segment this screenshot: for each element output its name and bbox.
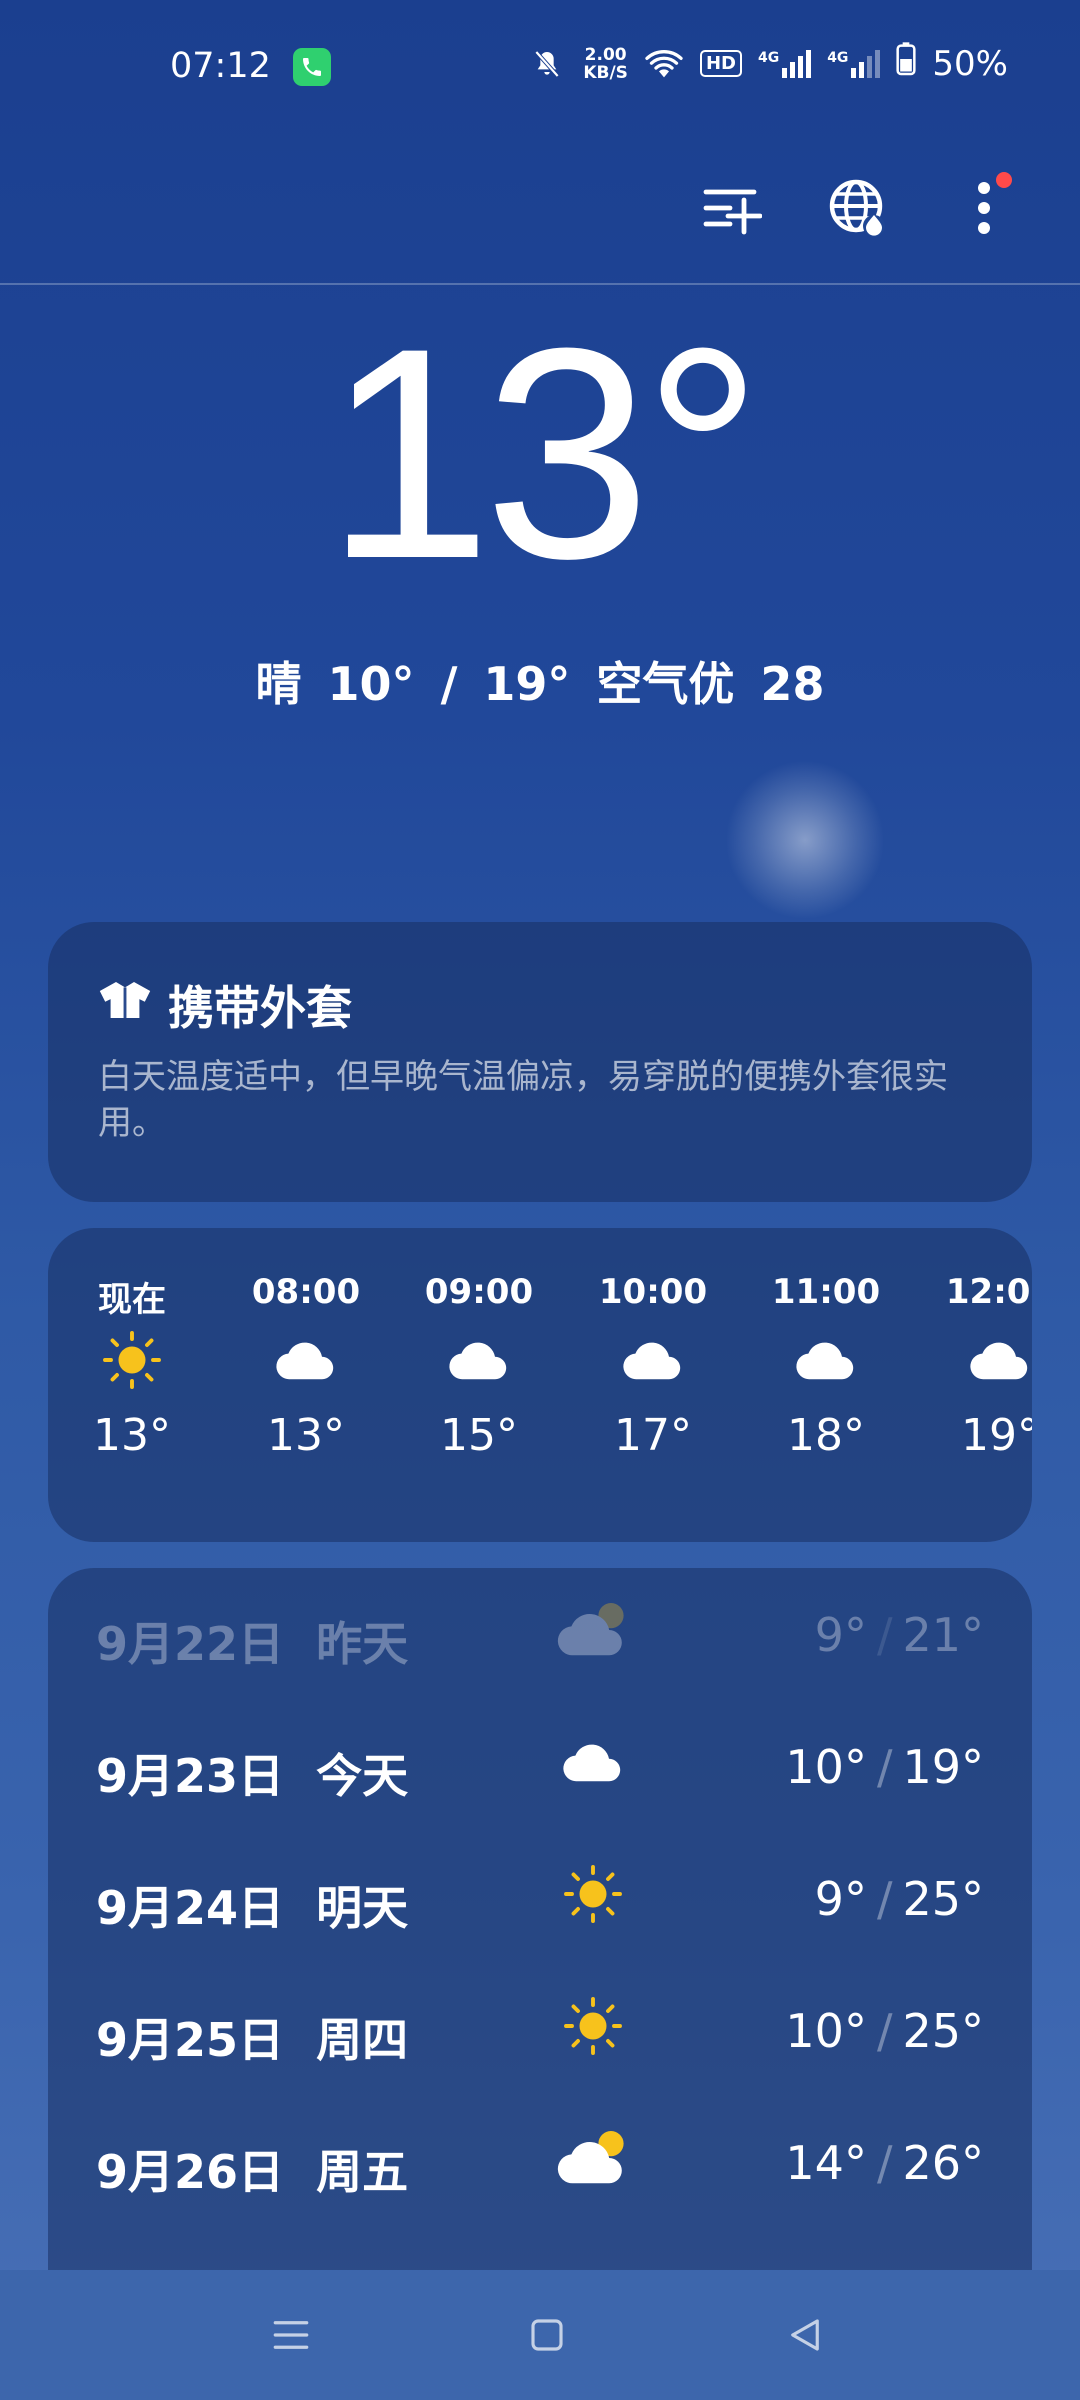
day-label: 周四 [316, 2013, 409, 2067]
hourly-item[interactable]: 12:00 19° [945, 1272, 1032, 1461]
current-condition: 晴 [255, 657, 302, 711]
daily-high: 19° [902, 1740, 984, 1794]
hourly-item[interactable]: 11:00 18° [771, 1272, 881, 1461]
status-icons: 2.00 KB/S HD 4G 4G 50% [527, 42, 1008, 85]
hourly-time: 现在 [98, 1280, 166, 1320]
sun-icon [553, 1854, 633, 1934]
cloud-icon [771, 1320, 881, 1400]
daily-row[interactable]: 9月23日 今天 10°/19° [48, 1700, 1032, 1832]
daily-row[interactable]: 9月25日 周四 10°/25° [48, 1964, 1032, 2096]
menu-nav-icon[interactable] [270, 2314, 312, 2360]
daily-temp-range: 10°/19° [785, 1740, 984, 1794]
daily-row[interactable]: 9月24日 明天 9°/25° [48, 1832, 1032, 1964]
daily-row[interactable]: 9月26日 周五 14°/26° [48, 2096, 1032, 2228]
day-label: 周五 [316, 2145, 409, 2199]
daily-date: 9月23日 今天 [96, 1740, 408, 1806]
current-temperature: 13° [325, 285, 763, 621]
hourly-item[interactable]: 08:00 13° [251, 1272, 361, 1461]
battery-icon [896, 42, 917, 85]
hourly-time: 09:00 [424, 1272, 534, 1312]
hourly-temp: 15° [440, 1410, 518, 1461]
status-time: 07:12 [170, 46, 271, 86]
tip-title: 携带外套 [98, 972, 352, 1038]
cloud-icon [598, 1320, 708, 1400]
add-city-icon[interactable] [700, 176, 764, 240]
hourly-temp: 18° [787, 1410, 865, 1461]
tip-body: 白天温度适中，但早晚气温偏凉，易穿脱的便携外套很实用。 [98, 1057, 948, 1143]
hd-voice-icon: HD [699, 50, 742, 77]
hourly-time: 10:00 [598, 1272, 708, 1312]
daily-high: 25° [902, 2004, 984, 2058]
weather-summary: 晴 10° / 19° 空气优 28 [0, 648, 1080, 714]
signal-sim2-icon: 4G [827, 49, 881, 78]
daily-temp-range: 14°/26° [785, 2136, 984, 2190]
daily-temp-range: 9°/25° [814, 1872, 984, 1926]
temperature-range: 10° / 19° [327, 657, 571, 711]
cloud-icon [945, 1320, 1032, 1400]
sim2-network-type: 4G [827, 49, 849, 66]
daily-low: 9° [814, 1872, 867, 1926]
day-label: 昨天 [316, 1617, 409, 1671]
date-label: 9月25日 [96, 2013, 285, 2067]
back-nav-icon[interactable] [784, 2314, 826, 2360]
daily-date: 9月26日 周五 [96, 2136, 408, 2202]
navigation-bar [0, 2270, 1080, 2400]
network-speed-value: 2.00 [584, 44, 627, 65]
daily-high: 25° [902, 1872, 984, 1926]
cloud-icon [553, 1722, 633, 1802]
date-label: 9月22日 [96, 1617, 285, 1671]
hourly-temp: 17° [614, 1410, 692, 1461]
hourly-item[interactable]: 10:00 17° [598, 1272, 708, 1461]
battery-level: 50% [932, 43, 1008, 84]
day-label: 今天 [316, 1749, 409, 1803]
daily-date: 9月22日 昨天 [96, 1608, 408, 1674]
hourly-forecast-card[interactable]: 现在 13° 08:00 13° 09:00 15° 10:00 17° 11:… [48, 1228, 1032, 1542]
network-speed: 2.00 KB/S [583, 46, 628, 82]
phone-call-icon[interactable] [293, 48, 331, 86]
daily-date: 9月25日 周四 [96, 2004, 408, 2070]
air-quality[interactable]: 空气优 28 [596, 657, 824, 711]
network-speed-unit: KB/S [583, 62, 628, 83]
cloudy-night-icon [553, 1590, 633, 1670]
daily-low: 9° [814, 1608, 867, 1662]
partly-cloudy-icon [553, 2118, 633, 2198]
daily-low: 14° [785, 2136, 867, 2190]
signal-sim1-icon: 4G [757, 49, 812, 78]
sun-glow [725, 760, 885, 920]
hourly-time: 11:00 [771, 1272, 881, 1312]
hourly-time: 08:00 [251, 1272, 361, 1312]
cloud-icon [424, 1320, 534, 1400]
sun-icon [77, 1320, 187, 1400]
date-label: 9月24日 [96, 1881, 285, 1935]
date-label: 9月26日 [96, 2145, 285, 2199]
cloud-icon [251, 1320, 361, 1400]
daily-temp-range: 10°/25° [785, 2004, 984, 2058]
tip-title-text: 携带外套 [168, 981, 352, 1035]
hourly-time: 12:00 [945, 1272, 1032, 1312]
daily-low: 10° [785, 2004, 867, 2058]
daily-forecast-card[interactable]: 9月22日 昨天 9°/21° 9月23日 今天 10°/19° 9月24日 明… [48, 1568, 1032, 2270]
notification-dot [996, 172, 1012, 188]
daily-date: 9月24日 明天 [96, 1872, 408, 1938]
hourly-item[interactable]: 现在 13° [77, 1272, 187, 1461]
wifi-icon [644, 45, 684, 83]
daily-row[interactable]: 9月22日 昨天 9°/21° [48, 1568, 1032, 1700]
hourly-temp: 13° [93, 1410, 171, 1461]
clothing-tip-card[interactable]: 携带外套 白天温度适中，但早晚气温偏凉，易穿脱的便携外套很实用。 [48, 922, 1032, 1202]
sun-icon [553, 1986, 633, 2066]
hourly-item[interactable]: 09:00 15° [424, 1272, 534, 1461]
daily-high: 26° [902, 2136, 984, 2190]
hourly-temp: 19° [961, 1410, 1032, 1461]
hourly-temp: 13° [267, 1410, 345, 1461]
globe-icon[interactable] [826, 176, 890, 240]
date-label: 9月23日 [96, 1749, 285, 1803]
day-label: 明天 [316, 1881, 409, 1935]
home-nav-icon[interactable] [526, 2314, 568, 2360]
sim1-network-type: 4G [757, 49, 780, 66]
daily-temp-range: 9°/21° [814, 1608, 984, 1662]
daily-high: 21° [902, 1608, 984, 1662]
mute-icon [527, 45, 567, 83]
daily-low: 10° [785, 1740, 867, 1794]
shirt-icon [98, 978, 152, 1033]
